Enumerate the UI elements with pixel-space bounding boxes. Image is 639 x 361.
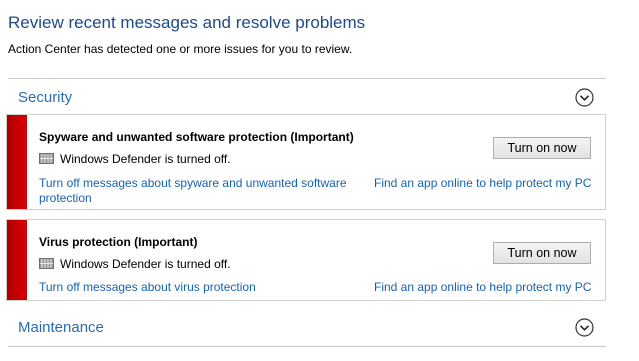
section-header-security[interactable]: Security xyxy=(8,84,606,114)
message-status-text: Windows Defender is turned off. xyxy=(60,152,231,166)
security-message-spyware: Spyware and unwanted software protection… xyxy=(6,114,606,210)
turn-on-now-button[interactable]: Turn on now xyxy=(493,137,591,159)
section-title-security: Security xyxy=(18,89,73,106)
page-subtitle: Action Center has detected one or more i… xyxy=(8,42,353,56)
divider xyxy=(8,78,606,79)
security-message-virus: Virus protection (Important) Windows Def… xyxy=(6,219,606,301)
section-header-maintenance[interactable]: Maintenance xyxy=(8,314,606,344)
severity-bar xyxy=(7,115,27,209)
message-title: Spyware and unwanted software protection… xyxy=(39,130,354,144)
message-status: Windows Defender is turned off. xyxy=(39,257,231,271)
turn-on-now-button[interactable]: Turn on now xyxy=(493,242,591,264)
message-status: Windows Defender is turned off. xyxy=(39,152,231,166)
section-title-maintenance: Maintenance xyxy=(18,319,104,336)
message-title: Virus protection (Important) xyxy=(39,235,198,249)
turn-off-messages-link[interactable]: Turn off messages about spyware and unwa… xyxy=(39,176,357,206)
find-app-online-link[interactable]: Find an app online to help protect my PC xyxy=(374,176,591,191)
find-app-online-link[interactable]: Find an app online to help protect my PC xyxy=(374,280,591,295)
chevron-down-circle-icon[interactable] xyxy=(575,318,594,337)
page-title: Review recent messages and resolve probl… xyxy=(8,13,366,32)
severity-bar xyxy=(7,220,27,300)
message-status-text: Windows Defender is turned off. xyxy=(60,257,231,271)
windows-defender-icon xyxy=(39,258,54,269)
windows-defender-icon xyxy=(39,153,54,164)
chevron-down-circle-icon[interactable] xyxy=(575,88,594,107)
divider xyxy=(8,346,606,347)
turn-off-messages-link[interactable]: Turn off messages about virus protection xyxy=(39,280,256,295)
